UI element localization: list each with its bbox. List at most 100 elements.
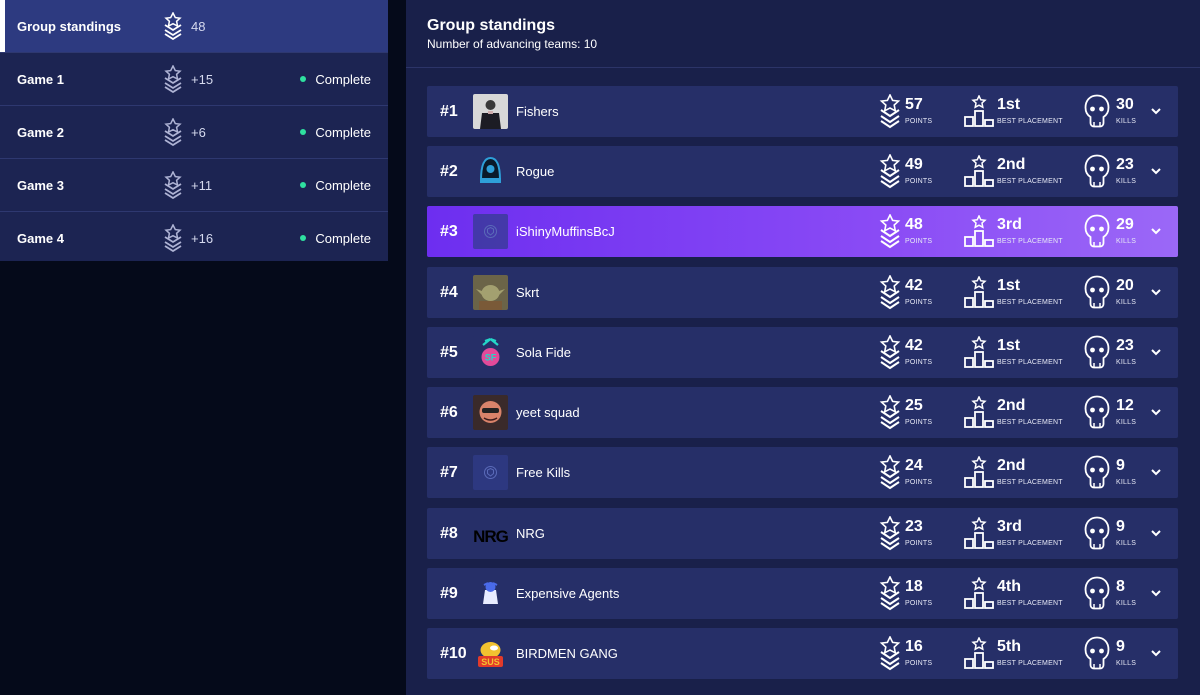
chevron-down-icon[interactable] (1149, 405, 1163, 419)
sidebar-item-group-standings[interactable]: Group standings 48 (0, 0, 388, 53)
chevron-down-icon[interactable] (1149, 345, 1163, 359)
team-rank: #8 (440, 525, 458, 542)
team-name: Rogue (516, 164, 555, 179)
kills-value: 29 (1116, 216, 1134, 233)
standings-row[interactable]: #2 Rogue 49 POINTS 2nd BEST PLACEMENT 23 KILLS (427, 146, 1178, 197)
standings-header: Group standings Number of advancing team… (406, 0, 1200, 68)
standings-row[interactable]: #9 Expensive Agents 18 POINTS 4th BEST PLACEM… (427, 568, 1178, 619)
status-dot-icon (300, 235, 307, 241)
best-placement-value: 3rd (997, 216, 1022, 233)
skull-icon (1084, 154, 1110, 193)
chevron-down-icon[interactable] (1149, 646, 1163, 660)
team-logo-expensive-agents-logo (473, 576, 508, 611)
standings-row[interactable]: #7 Free Kills 24 POINTS 2nd BEST PLACEMENT 9 KI… (427, 447, 1178, 498)
skull-icon (1084, 94, 1110, 133)
chevron-down-icon[interactable] (1149, 224, 1163, 238)
rank-chevron-icon (163, 170, 183, 200)
chevron-down-icon[interactable] (1149, 285, 1163, 299)
team-logo-nrg-logo: NRG (473, 516, 508, 551)
points-label: POINTS (905, 479, 933, 486)
podium-icon (963, 395, 995, 433)
sidebar-item-points: +16 (191, 230, 214, 246)
advancing-teams-text: Number of advancing teams: 10 (427, 37, 598, 51)
points-icon (879, 153, 901, 194)
status-badge: Complete (300, 125, 371, 140)
sidebar-item-game-1[interactable]: Game 1 +15 Complete (0, 53, 388, 106)
best-placement-label: BEST PLACEMENT (997, 660, 1063, 667)
team-rank: #7 (440, 464, 458, 481)
team-rank: #2 (440, 163, 458, 180)
sidebar-item-points: 48 (191, 18, 206, 34)
podium-icon (963, 94, 995, 132)
points-label: POINTS (905, 178, 933, 185)
points-value: 42 (905, 337, 923, 354)
podium-icon (963, 275, 995, 313)
sidebar-item-points: +6 (191, 124, 206, 140)
svg-text:NRG: NRG (473, 527, 508, 546)
sidebar-item-label: Game 1 (17, 71, 64, 87)
standings-row[interactable]: #4 Skrt 42 POINTS 1st BEST PLACEMENT 20 KILLS (427, 267, 1178, 318)
status-text: Complete (315, 124, 371, 140)
chevron-down-icon[interactable] (1149, 586, 1163, 600)
best-placement-value: 2nd (997, 457, 1026, 474)
team-rank: #1 (440, 103, 458, 120)
kills-label: KILLS (1116, 600, 1137, 607)
sidebar-item-game-4[interactable]: Game 4 +16 Complete (0, 212, 388, 264)
kills-label: KILLS (1116, 238, 1137, 245)
best-placement-label: BEST PLACEMENT (997, 479, 1063, 486)
points-value: 16 (905, 638, 923, 655)
best-placement-value: 4th (997, 578, 1021, 595)
points-value: 48 (905, 216, 923, 233)
standings-row[interactable]: #6 yeet squad 25 POINTS 2nd BEST PLACEMENT 12 K… (427, 387, 1178, 438)
standings-row[interactable]: #8 NRG NRG 23 POINTS 3rd BEST PLACEMENT 9 KILLS (427, 508, 1178, 559)
team-logo-player-photo (473, 94, 508, 129)
team-name: Free Kills (516, 465, 571, 480)
status-dot-icon (300, 182, 307, 188)
points-label: POINTS (905, 359, 933, 366)
best-placement-value: 1st (997, 337, 1021, 354)
sidebar-item-label: Game 2 (17, 124, 64, 140)
chevron-down-icon[interactable] (1149, 164, 1163, 178)
points-value: 42 (905, 277, 923, 294)
best-placement-value: 2nd (997, 397, 1026, 414)
kills-value: 9 (1116, 638, 1125, 655)
status-dot-icon (300, 129, 307, 135)
team-name: Sola Fide (516, 345, 571, 360)
kills-label: KILLS (1116, 479, 1137, 486)
points-icon (879, 93, 901, 134)
team-logo-yoda-avatar (473, 275, 508, 310)
team-rank: #9 (440, 585, 458, 602)
rank-chevron-icon (163, 11, 183, 41)
kills-value: 20 (1116, 277, 1134, 294)
skull-icon (1084, 516, 1110, 555)
points-value: 49 (905, 156, 923, 173)
standings-row[interactable]: #10 SUS BIRDMEN GANG 16 POINTS 5th BEST PLACEM… (427, 628, 1178, 679)
chevron-down-icon[interactable] (1149, 104, 1163, 118)
standings-row[interactable]: #5 SF Sola Fide 42 POINTS 1st BEST PLACEMENT 23… (427, 327, 1178, 378)
chevron-down-icon[interactable] (1149, 526, 1163, 540)
points-icon (879, 635, 901, 676)
sidebar-item-label: Group standings (17, 18, 121, 34)
sidebar-item-game-2[interactable]: Game 2 +6 Complete (0, 106, 388, 159)
points-label: POINTS (905, 299, 933, 306)
standings-panel: Group standings Number of advancing team… (406, 0, 1200, 695)
status-text: Complete (315, 177, 371, 193)
points-value: 18 (905, 578, 923, 595)
team-logo-placeholder-shield (473, 455, 508, 490)
chevron-down-icon[interactable] (1149, 465, 1163, 479)
points-value: 23 (905, 518, 923, 535)
standings-row[interactable]: #3 iShinyMuffinsBcJ 48 POINTS 3rd BEST PLACEM… (427, 206, 1178, 257)
team-rank: #10 (440, 645, 467, 662)
points-label: POINTS (905, 600, 933, 607)
best-placement-value: 5th (997, 638, 1021, 655)
status-badge: Complete (300, 72, 371, 87)
team-name: yeet squad (516, 405, 580, 420)
status-badge: Complete (300, 178, 371, 193)
points-icon (879, 454, 901, 495)
podium-icon (963, 335, 995, 373)
standings-row[interactable]: #1 Fishers 57 POINTS 1st BEST PLACEMENT 30 KILL… (427, 86, 1178, 137)
sidebar: Group standings 48 Game 1 +15 Complete G… (0, 0, 388, 261)
sidebar-item-game-3[interactable]: Game 3 +11 Complete (0, 159, 388, 212)
team-name: Fishers (516, 104, 559, 119)
kills-value: 9 (1116, 518, 1125, 535)
